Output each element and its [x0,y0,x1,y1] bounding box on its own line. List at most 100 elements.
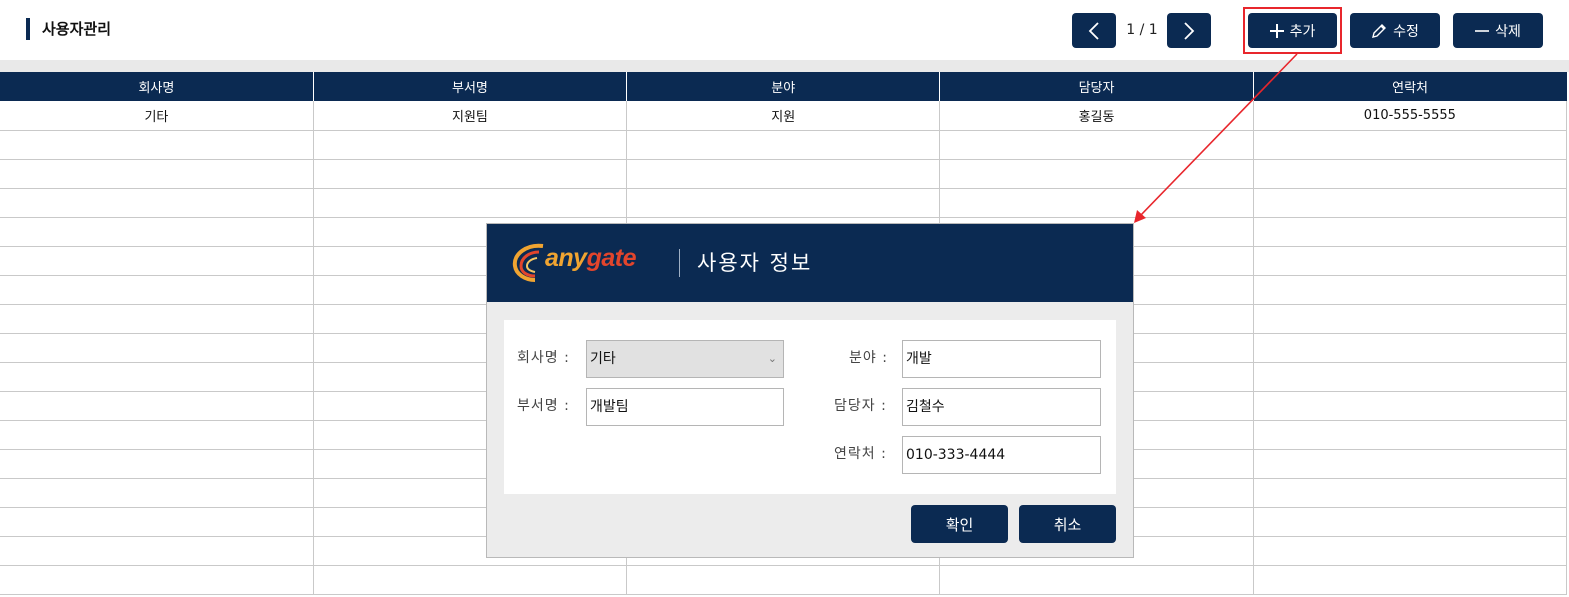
table-cell [1252,362,1568,392]
pencil-icon [1371,23,1387,39]
add-button[interactable]: 추가 [1248,13,1337,48]
table-header-row: 회사명 부서명 분야 담당자 연락처 [0,72,1567,101]
contact-input[interactable]: 010-333-4444 [902,436,1101,474]
table-cell [939,188,1254,218]
chevron-left-icon [1088,21,1099,40]
company-select[interactable]: 기타 ⌄ [586,340,784,378]
cancel-button[interactable]: 취소 [1019,505,1116,543]
table-cell [0,362,314,392]
user-info-dialog: anygate 사용자 정보 회사명 : 기타 ⌄ 부서명 : 개발팀 분야 :… [486,223,1134,558]
confirm-button[interactable]: 확인 [911,505,1008,543]
table-cell [626,565,941,595]
plus-icon [1269,23,1284,38]
anygate-logo: anygate [545,244,637,273]
table-cell [0,536,314,566]
add-button-label: 추가 [1289,23,1316,40]
user-management-screen: 사용자관리 1 / 1 추가 수정 삭제 회사명 부서명 분야 담당자 연락처 … [0,0,1569,597]
dialog-form: 회사명 : 기타 ⌄ 부서명 : 개발팀 분야 : 개발 담당자 : 김철수 연… [504,320,1116,494]
column-header: 회사명 [0,72,314,101]
table-cell [0,130,314,160]
table-cell: 홍길동 [939,101,1254,131]
header-divider [0,60,1569,72]
field-label: 분야 : [849,350,888,366]
table-row[interactable] [0,159,1568,189]
column-header: 담당자 [939,72,1254,101]
table-cell [0,565,314,595]
table-cell [1252,159,1568,189]
delete-button[interactable]: 삭제 [1453,13,1543,48]
table-cell [1252,536,1568,566]
page-title: 사용자관리 [26,18,111,40]
column-header: 분야 [626,72,941,101]
table-cell [0,333,314,363]
table-cell [1252,565,1568,595]
table-cell [1252,391,1568,421]
manager-input[interactable]: 김철수 [902,388,1101,426]
next-page-button[interactable] [1167,13,1211,48]
logo-any: any [545,244,587,272]
table-cell [312,565,628,595]
table-cell [939,130,1254,160]
contact-label: 연락처 : [834,446,887,462]
dialog-header: anygate 사용자 정보 [487,224,1133,302]
header-bar: 사용자관리 1 / 1 추가 수정 삭제 [0,0,1569,60]
table-cell [1252,304,1568,334]
table-cell [0,304,314,334]
table-cell [0,159,314,189]
dialog-header-divider [679,249,680,277]
table-cell [0,275,314,305]
table-cell [0,507,314,537]
company-label: 회사명 : [517,350,570,366]
table-cell [939,565,1254,595]
dialog-title: 사용자 정보 [697,251,813,275]
prev-page-button[interactable] [1072,13,1116,48]
table-cell [1252,507,1568,537]
table-cell [0,217,314,247]
table-cell [939,159,1254,189]
table-cell [1252,188,1568,218]
table-cell [626,159,941,189]
table-row[interactable] [0,188,1568,218]
table-cell [0,420,314,450]
delete-button-label: 삭제 [1495,23,1521,40]
table-row[interactable] [0,565,1568,595]
table-cell [1252,130,1568,160]
logo-gate: gate [586,244,637,272]
department-input[interactable]: 개발팀 [586,388,784,426]
anygate-logo-icon [512,243,544,282]
department-label: 부서명 : [517,398,570,414]
table-cell [626,130,941,160]
manager-label: 담당자 : [834,398,887,414]
chevron-right-icon [1184,21,1195,40]
table-cell [0,478,314,508]
edit-button[interactable]: 수정 [1350,13,1440,48]
table-cell [1252,478,1568,508]
table-cell [1252,449,1568,479]
table-row[interactable]: 기타 지원팀 지원 홍길동 010-555-5555 [0,101,1568,131]
table-cell [1252,420,1568,450]
table-cell [312,188,628,218]
table-cell: 지원 [626,101,941,131]
table-cell [1252,275,1568,305]
field-input[interactable]: 개발 [902,340,1101,378]
table-cell [1252,246,1568,276]
table-cell [0,246,314,276]
column-header: 부서명 [313,72,628,101]
company-select-value: 기타 [590,351,616,367]
chevron-down-icon: ⌄ [767,352,777,365]
table-cell [312,130,628,160]
table-cell [0,449,314,479]
page-indicator: 1 / 1 [1126,22,1158,38]
table-cell [0,188,314,218]
table-cell [1252,333,1568,363]
table-cell [626,188,941,218]
table-row[interactable] [0,130,1568,160]
table-cell [312,159,628,189]
table-cell: 기타 [0,101,314,131]
table-cell [1252,217,1568,247]
table-cell: 지원팀 [312,101,628,131]
column-header: 연락처 [1253,72,1567,101]
table-cell [0,391,314,421]
table-cell: 010-555-5555 [1252,101,1568,131]
edit-button-label: 수정 [1393,23,1419,40]
